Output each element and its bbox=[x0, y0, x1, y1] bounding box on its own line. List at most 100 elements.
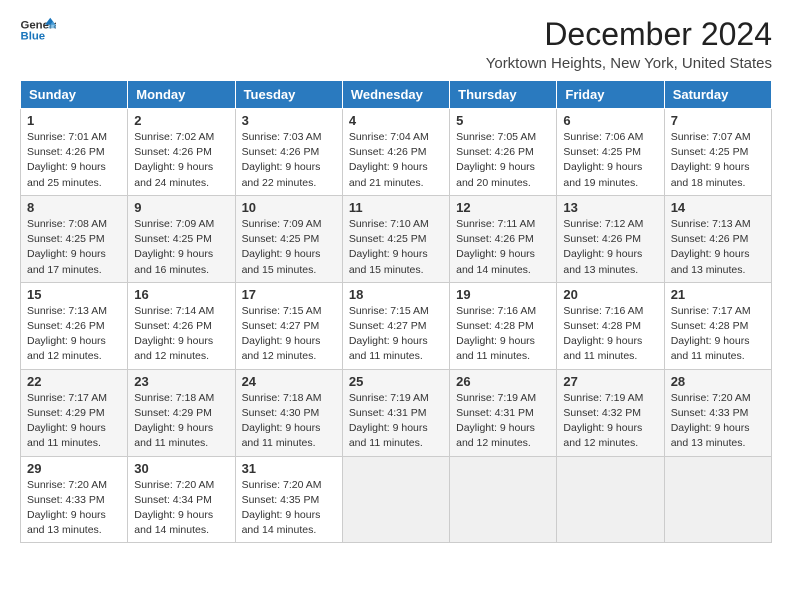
daylight: Daylight: 9 hours and 12 minutes. bbox=[27, 334, 121, 364]
daylight: Daylight: 9 hours and 24 minutes. bbox=[134, 160, 228, 190]
calendar-cell: 13 Sunrise: 7:12 AM Sunset: 4:26 PM Dayl… bbox=[557, 195, 664, 282]
calendar-week-row: 15 Sunrise: 7:13 AM Sunset: 4:26 PM Dayl… bbox=[21, 282, 772, 369]
daylight: Daylight: 9 hours and 17 minutes. bbox=[27, 247, 121, 277]
calendar-cell: 18 Sunrise: 7:15 AM Sunset: 4:27 PM Dayl… bbox=[342, 282, 449, 369]
calendar-cell: 31 Sunrise: 7:20 AM Sunset: 4:35 PM Dayl… bbox=[235, 456, 342, 543]
daylight: Daylight: 9 hours and 22 minutes. bbox=[242, 160, 336, 190]
sunset: Sunset: 4:26 PM bbox=[349, 145, 443, 160]
day-number: 10 bbox=[242, 200, 336, 215]
day-number: 4 bbox=[349, 113, 443, 128]
calendar-week-row: 29 Sunrise: 7:20 AM Sunset: 4:33 PM Dayl… bbox=[21, 456, 772, 543]
cell-content: Sunrise: 7:05 AM Sunset: 4:26 PM Dayligh… bbox=[456, 130, 550, 191]
svg-text:Blue: Blue bbox=[21, 31, 46, 43]
sunset: Sunset: 4:28 PM bbox=[671, 319, 765, 334]
cell-content: Sunrise: 7:09 AM Sunset: 4:25 PM Dayligh… bbox=[134, 217, 228, 278]
sunrise: Sunrise: 7:16 AM bbox=[456, 304, 550, 319]
sunrise: Sunrise: 7:19 AM bbox=[456, 391, 550, 406]
sunset: Sunset: 4:31 PM bbox=[349, 406, 443, 421]
sunrise: Sunrise: 7:06 AM bbox=[563, 130, 657, 145]
day-number: 27 bbox=[563, 374, 657, 389]
cell-content: Sunrise: 7:14 AM Sunset: 4:26 PM Dayligh… bbox=[134, 304, 228, 365]
calendar-table: SundayMondayTuesdayWednesdayThursdayFrid… bbox=[20, 80, 772, 543]
day-number: 6 bbox=[563, 113, 657, 128]
cell-content: Sunrise: 7:17 AM Sunset: 4:29 PM Dayligh… bbox=[27, 391, 121, 452]
day-number: 21 bbox=[671, 287, 765, 302]
sunrise: Sunrise: 7:13 AM bbox=[671, 217, 765, 232]
calendar-cell bbox=[450, 456, 557, 543]
calendar-cell: 5 Sunrise: 7:05 AM Sunset: 4:26 PM Dayli… bbox=[450, 109, 557, 196]
cell-content: Sunrise: 7:07 AM Sunset: 4:25 PM Dayligh… bbox=[671, 130, 765, 191]
daylight: Daylight: 9 hours and 11 minutes. bbox=[242, 421, 336, 451]
sunrise: Sunrise: 7:15 AM bbox=[349, 304, 443, 319]
calendar-cell: 6 Sunrise: 7:06 AM Sunset: 4:25 PM Dayli… bbox=[557, 109, 664, 196]
daylight: Daylight: 9 hours and 15 minutes. bbox=[242, 247, 336, 277]
day-number: 1 bbox=[27, 113, 121, 128]
day-number: 7 bbox=[671, 113, 765, 128]
sunrise: Sunrise: 7:08 AM bbox=[27, 217, 121, 232]
sunrise: Sunrise: 7:09 AM bbox=[242, 217, 336, 232]
calendar-cell bbox=[664, 456, 771, 543]
calendar-cell: 8 Sunrise: 7:08 AM Sunset: 4:25 PM Dayli… bbox=[21, 195, 128, 282]
page-subtitle: Yorktown Heights, New York, United State… bbox=[486, 55, 772, 72]
calendar-cell: 16 Sunrise: 7:14 AM Sunset: 4:26 PM Dayl… bbox=[128, 282, 235, 369]
daylight: Daylight: 9 hours and 25 minutes. bbox=[27, 160, 121, 190]
cell-content: Sunrise: 7:20 AM Sunset: 4:35 PM Dayligh… bbox=[242, 478, 336, 539]
sunset: Sunset: 4:28 PM bbox=[563, 319, 657, 334]
sunrise: Sunrise: 7:10 AM bbox=[349, 217, 443, 232]
sunset: Sunset: 4:29 PM bbox=[27, 406, 121, 421]
sunset: Sunset: 4:25 PM bbox=[27, 232, 121, 247]
day-number: 12 bbox=[456, 200, 550, 215]
day-number: 20 bbox=[563, 287, 657, 302]
cell-content: Sunrise: 7:15 AM Sunset: 4:27 PM Dayligh… bbox=[242, 304, 336, 365]
sunrise: Sunrise: 7:02 AM bbox=[134, 130, 228, 145]
sunrise: Sunrise: 7:14 AM bbox=[134, 304, 228, 319]
cell-content: Sunrise: 7:06 AM Sunset: 4:25 PM Dayligh… bbox=[563, 130, 657, 191]
calendar-cell: 12 Sunrise: 7:11 AM Sunset: 4:26 PM Dayl… bbox=[450, 195, 557, 282]
calendar-cell: 10 Sunrise: 7:09 AM Sunset: 4:25 PM Dayl… bbox=[235, 195, 342, 282]
day-number: 31 bbox=[242, 461, 336, 476]
sunset: Sunset: 4:26 PM bbox=[27, 319, 121, 334]
sunrise: Sunrise: 7:09 AM bbox=[134, 217, 228, 232]
page-title: December 2024 bbox=[486, 16, 772, 53]
sunrise: Sunrise: 7:13 AM bbox=[27, 304, 121, 319]
day-of-week-header: Monday bbox=[128, 81, 235, 109]
sunset: Sunset: 4:27 PM bbox=[349, 319, 443, 334]
day-number: 8 bbox=[27, 200, 121, 215]
day-number: 16 bbox=[134, 287, 228, 302]
logo: General Blue bbox=[20, 16, 56, 44]
cell-content: Sunrise: 7:20 AM Sunset: 4:33 PM Dayligh… bbox=[27, 478, 121, 539]
daylight: Daylight: 9 hours and 20 minutes. bbox=[456, 160, 550, 190]
day-of-week-header: Thursday bbox=[450, 81, 557, 109]
sunset: Sunset: 4:25 PM bbox=[134, 232, 228, 247]
cell-content: Sunrise: 7:17 AM Sunset: 4:28 PM Dayligh… bbox=[671, 304, 765, 365]
daylight: Daylight: 9 hours and 11 minutes. bbox=[27, 421, 121, 451]
calendar-cell: 2 Sunrise: 7:02 AM Sunset: 4:26 PM Dayli… bbox=[128, 109, 235, 196]
sunset: Sunset: 4:25 PM bbox=[671, 145, 765, 160]
daylight: Daylight: 9 hours and 13 minutes. bbox=[27, 508, 121, 538]
sunrise: Sunrise: 7:17 AM bbox=[671, 304, 765, 319]
daylight: Daylight: 9 hours and 11 minutes. bbox=[349, 334, 443, 364]
sunrise: Sunrise: 7:20 AM bbox=[134, 478, 228, 493]
day-number: 19 bbox=[456, 287, 550, 302]
day-of-week-header: Sunday bbox=[21, 81, 128, 109]
calendar-cell: 17 Sunrise: 7:15 AM Sunset: 4:27 PM Dayl… bbox=[235, 282, 342, 369]
calendar-week-row: 1 Sunrise: 7:01 AM Sunset: 4:26 PM Dayli… bbox=[21, 109, 772, 196]
sunrise: Sunrise: 7:19 AM bbox=[349, 391, 443, 406]
day-number: 11 bbox=[349, 200, 443, 215]
day-number: 3 bbox=[242, 113, 336, 128]
sunrise: Sunrise: 7:20 AM bbox=[242, 478, 336, 493]
cell-content: Sunrise: 7:11 AM Sunset: 4:26 PM Dayligh… bbox=[456, 217, 550, 278]
sunrise: Sunrise: 7:20 AM bbox=[671, 391, 765, 406]
sunrise: Sunrise: 7:01 AM bbox=[27, 130, 121, 145]
day-number: 29 bbox=[27, 461, 121, 476]
calendar-cell: 28 Sunrise: 7:20 AM Sunset: 4:33 PM Dayl… bbox=[664, 369, 771, 456]
daylight: Daylight: 9 hours and 21 minutes. bbox=[349, 160, 443, 190]
daylight: Daylight: 9 hours and 11 minutes. bbox=[134, 421, 228, 451]
sunrise: Sunrise: 7:19 AM bbox=[563, 391, 657, 406]
daylight: Daylight: 9 hours and 16 minutes. bbox=[134, 247, 228, 277]
sunrise: Sunrise: 7:18 AM bbox=[134, 391, 228, 406]
cell-content: Sunrise: 7:16 AM Sunset: 4:28 PM Dayligh… bbox=[563, 304, 657, 365]
sunset: Sunset: 4:26 PM bbox=[242, 145, 336, 160]
daylight: Daylight: 9 hours and 14 minutes. bbox=[134, 508, 228, 538]
day-number: 30 bbox=[134, 461, 228, 476]
